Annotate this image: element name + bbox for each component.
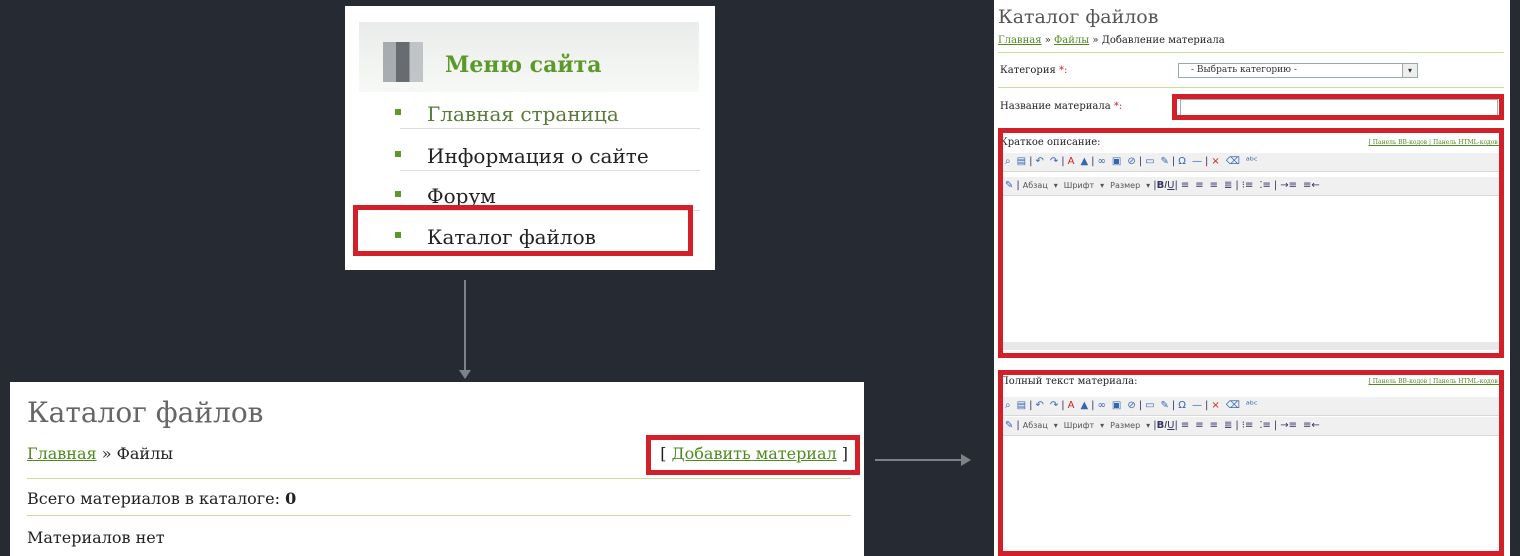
menu-divider bbox=[400, 128, 700, 129]
highlight-frame-short-description bbox=[998, 128, 1504, 358]
arrow-down-icon bbox=[459, 370, 471, 379]
chevron-down-icon[interactable]: ▾ bbox=[1402, 64, 1417, 77]
category-label: Категория *: bbox=[1000, 65, 1067, 76]
breadcrumb-current: Добавление материала bbox=[1101, 35, 1225, 46]
divider bbox=[27, 515, 851, 516]
breadcrumb-separator: » bbox=[1041, 35, 1054, 46]
breadcrumb-home-link[interactable]: Главная bbox=[998, 35, 1042, 46]
bullet-icon bbox=[395, 191, 401, 197]
menu-divider bbox=[400, 170, 700, 171]
empty-message: Материалов нет bbox=[27, 528, 165, 547]
menu-item-label: Главная страница bbox=[427, 102, 619, 126]
divider bbox=[27, 478, 851, 479]
bullet-icon bbox=[395, 151, 401, 157]
arrow-right-line bbox=[875, 459, 963, 461]
highlight-frame-catalog bbox=[353, 205, 693, 256]
breadcrumb-home-link[interactable]: Главная bbox=[27, 444, 97, 463]
category-select-value: - Выбрать категорию - bbox=[1191, 65, 1297, 75]
add-material-page: Каталог файлов Главная » Файлы » Добавле… bbox=[994, 0, 1510, 556]
name-label: Название материала *: bbox=[1000, 101, 1122, 112]
menu-title: Меню сайта bbox=[445, 52, 602, 78]
materials-total-value: 0 bbox=[285, 489, 297, 508]
name-label-text: Название материала bbox=[1000, 101, 1111, 112]
bullet-icon bbox=[395, 109, 401, 115]
arrow-down-line bbox=[464, 280, 466, 372]
breadcrumb-current: Файлы bbox=[116, 444, 173, 463]
breadcrumb: Главная » Файлы bbox=[27, 444, 173, 463]
breadcrumb: Главная » Файлы » Добавление материала bbox=[998, 35, 1225, 46]
highlight-frame-full-text bbox=[998, 370, 1504, 556]
site-menu-panel: Меню сайта Главная страница Информация о… bbox=[345, 6, 715, 270]
menu-header: Меню сайта bbox=[359, 22, 699, 92]
category-select[interactable]: - Выбрать категорию - ▾ bbox=[1178, 63, 1418, 78]
breadcrumb-files-link[interactable]: Файлы bbox=[1054, 35, 1089, 46]
materials-total-label: Всего материалов в каталоге: bbox=[27, 489, 286, 508]
required-mark: *: bbox=[1055, 65, 1068, 76]
page-title: Каталог файлов bbox=[998, 6, 1159, 28]
file-catalog-page: Каталог файлов Главная » Файлы [ Добавит… bbox=[10, 382, 864, 556]
breadcrumb-separator: » bbox=[96, 444, 117, 463]
highlight-frame-name bbox=[1172, 94, 1504, 120]
breadcrumb-separator: » bbox=[1089, 35, 1102, 46]
divider bbox=[998, 52, 1504, 53]
materials-total: Всего материалов в каталоге: 0 bbox=[27, 489, 296, 508]
required-mark: *: bbox=[1110, 101, 1123, 112]
arrow-right-icon bbox=[961, 454, 971, 466]
page-title: Каталог файлов bbox=[27, 396, 264, 429]
category-label-text: Категория bbox=[1000, 65, 1056, 76]
divider bbox=[998, 87, 1504, 88]
highlight-frame-add-material bbox=[646, 435, 860, 475]
menu-item-label: Информация о сайте bbox=[427, 144, 649, 168]
menu-logo-icon bbox=[383, 42, 423, 82]
